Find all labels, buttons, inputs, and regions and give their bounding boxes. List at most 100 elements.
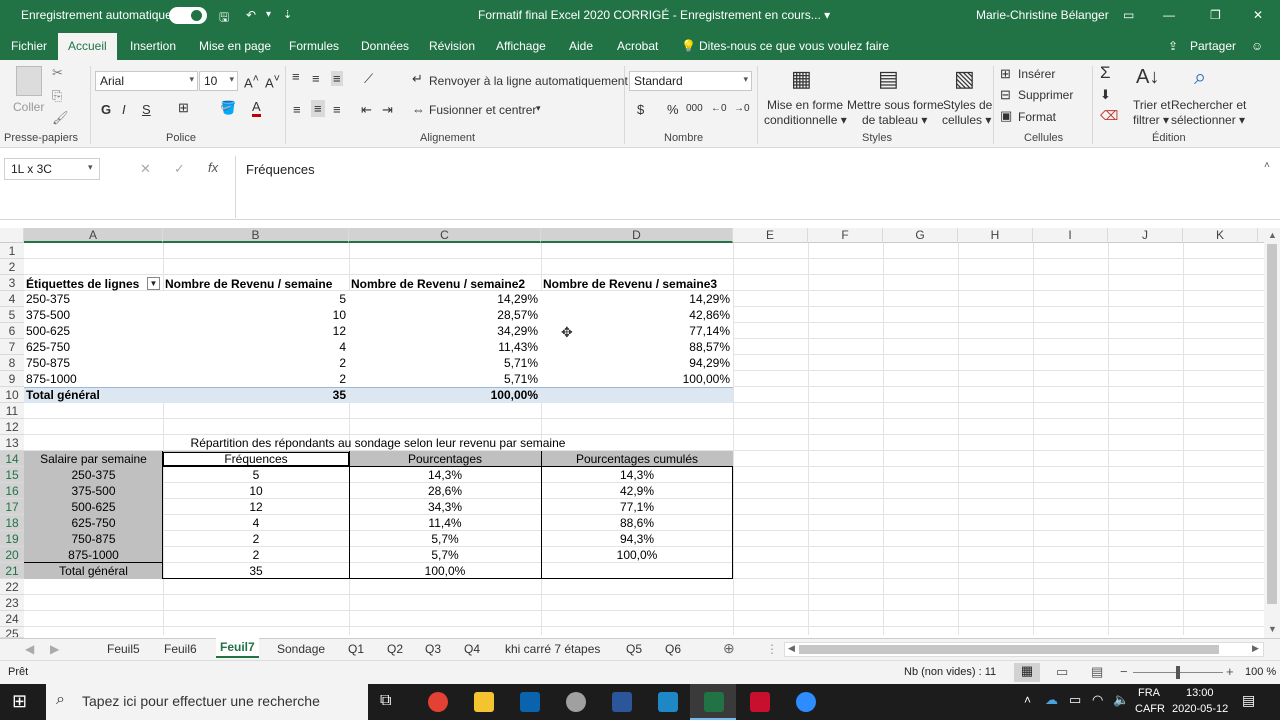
pivot-row-label[interactable]: 500-625 [26,323,162,339]
copy-icon[interactable]: ⎘ [52,88,62,104]
scroll-right-icon[interactable]: ▶ [1252,643,1259,654]
enter-icon[interactable]: ✓ [174,161,185,177]
fill-icon[interactable]: ⬇ [1100,87,1111,103]
row-header[interactable]: 13 [0,435,24,451]
feedback-icon[interactable]: ☺ [1251,39,1263,53]
underline-icon[interactable]: S [142,102,151,117]
row-header[interactable]: 3 [0,275,24,291]
page-layout-view-icon[interactable]: ▭ [1056,664,1068,680]
table-cell[interactable]: 88,6% [541,515,733,531]
pivot-cell[interactable]: 11,43% [349,339,541,355]
format-as-table-l2[interactable]: de tableau ▾ [862,113,927,127]
table-total-cell[interactable] [541,563,733,579]
cancel-icon[interactable]: ✕ [140,161,151,177]
language-cafr[interactable]: CAFR [1135,703,1165,715]
font-color-icon[interactable]: A [252,100,261,117]
pivot-row-label[interactable]: 250-375 [26,291,162,307]
table-total-cell[interactable]: 100,0% [349,563,541,579]
row-header[interactable]: 8 [0,355,24,371]
prev-sheet-icon[interactable]: ◀ [25,642,34,656]
pivot-header-row-labels[interactable]: Étiquettes de lignes [26,276,146,292]
pivot-row-label[interactable]: 750-875 [26,355,162,371]
pivot-cell[interactable]: 4 [163,339,349,355]
app-icon[interactable] [566,692,586,712]
table-cell[interactable]: 4 [163,515,349,531]
pivot-cell[interactable]: 5,71% [349,355,541,371]
table-cell[interactable]: 11,4% [349,515,541,531]
find-select-l1[interactable]: Rechercher et [1171,98,1246,112]
save-icon[interactable]: 🖫 [219,8,229,29]
pivot-row-label[interactable]: 375-500 [26,307,162,323]
row-header[interactable]: 20 [0,547,24,563]
format-as-table-icon[interactable]: ▤ [878,66,899,92]
table-cell[interactable]: 12 [163,499,349,515]
tab-affichage[interactable]: Affichage [496,39,546,53]
windows-start-icon[interactable]: ⊞ [12,691,27,712]
tab-insertion[interactable]: Insertion [130,39,176,53]
notifications-icon[interactable]: ▤ [1242,692,1255,709]
format-cells-icon[interactable]: ▣ [1000,108,1012,124]
row-header[interactable]: 14 [0,451,24,467]
tab-revision[interactable]: Révision [429,39,475,53]
table-total-cell[interactable]: 35 [163,563,349,579]
paste-label[interactable]: Coller [13,100,44,114]
tab-accueil[interactable]: Accueil [58,33,117,60]
pivot-cell[interactable]: 42,86% [541,307,733,323]
zoom-in-icon[interactable]: + [1226,664,1234,679]
table-cell[interactable]: 875-1000 [24,547,163,563]
row-header[interactable]: 6 [0,323,24,339]
maximize-icon[interactable]: ❐ [1210,8,1221,22]
pivot-row-label[interactable]: 625-750 [26,339,162,355]
pivot-total-cell[interactable]: 100,00% [349,387,541,403]
add-sheet-icon[interactable]: ⊕ [723,640,735,657]
table-cell[interactable]: 750-875 [24,531,163,547]
sort-filter-icon[interactable]: A↓ [1136,66,1159,89]
row-header[interactable]: 1 [0,243,24,259]
percent-icon[interactable]: % [667,102,679,117]
conditional-format-button-l1[interactable]: Mise en forme [767,98,843,112]
bold-icon[interactable]: G [101,102,111,117]
pivot-cell[interactable]: 34,29% [349,323,541,339]
increase-decimal-icon[interactable]: ←0 [711,103,727,114]
tab-formules[interactable]: Formules [289,39,339,53]
tell-me-search[interactable]: Dites-nous ce que vous voulez faire [699,39,889,53]
format-as-table-l1[interactable]: Mettre sous forme [847,98,944,112]
ribbon-display-icon[interactable]: ▭ [1123,8,1134,22]
row-header[interactable]: 18 [0,515,24,531]
column-header-d[interactable]: D [541,228,733,243]
row-header[interactable]: 21 [0,563,24,579]
page-break-view-icon[interactable]: ▤ [1091,664,1103,680]
row-header[interactable]: 7 [0,339,24,355]
horizontal-scrollbar[interactable]: ◀ ▶ [784,642,1264,657]
tab-mise-en-page[interactable]: Mise en page [199,39,271,53]
clear-icon[interactable]: ⌫ [1100,108,1118,124]
undo-icon[interactable]: ↶ [246,8,256,22]
merge-center-button[interactable]: Fusionner et centrer [429,103,536,117]
cut-icon[interactable]: ✂ [52,65,63,81]
borders-icon[interactable]: ⊞ [178,100,189,116]
format-painter-icon[interactable]: 🖌 [52,110,69,126]
pivot-header-c[interactable]: Nombre de Revenu / semaine2 [351,276,540,292]
user-name[interactable]: Marie-Christine Bélanger [976,8,1109,22]
sheet-tab[interactable]: Q1 [348,642,364,656]
vertical-scroll-thumb[interactable] [1267,244,1277,604]
merge-dropdown-icon[interactable]: ▾ [536,103,541,114]
scroll-up-icon[interactable]: ▲ [1268,230,1277,240]
tab-acrobat[interactable]: Acrobat [617,39,658,53]
sheet-tab[interactable]: Q2 [387,642,403,656]
increase-indent-icon[interactable]: ⇥ [382,102,393,118]
zoom-slider-thumb[interactable] [1176,666,1180,679]
row-header[interactable]: 24 [0,611,24,627]
name-box[interactable]: 1L x 3C [4,158,100,180]
align-right-icon[interactable]: ≡ [333,102,341,117]
volume-icon[interactable]: 🔈 [1113,692,1129,708]
pivot-cell[interactable]: 88,57% [541,339,733,355]
column-header-g[interactable]: G [883,228,958,243]
tab-aide[interactable]: Aide [569,39,593,53]
cell-styles-l1[interactable]: Styles de [943,98,992,112]
format-cells-button[interactable]: Format [1018,110,1056,124]
delete-cells-icon[interactable]: ⊟ [1000,87,1011,103]
insert-cells-icon[interactable]: ⊞ [1000,66,1011,82]
table-cell[interactable]: 250-375 [24,467,163,483]
row-header[interactable]: 9 [0,371,24,387]
